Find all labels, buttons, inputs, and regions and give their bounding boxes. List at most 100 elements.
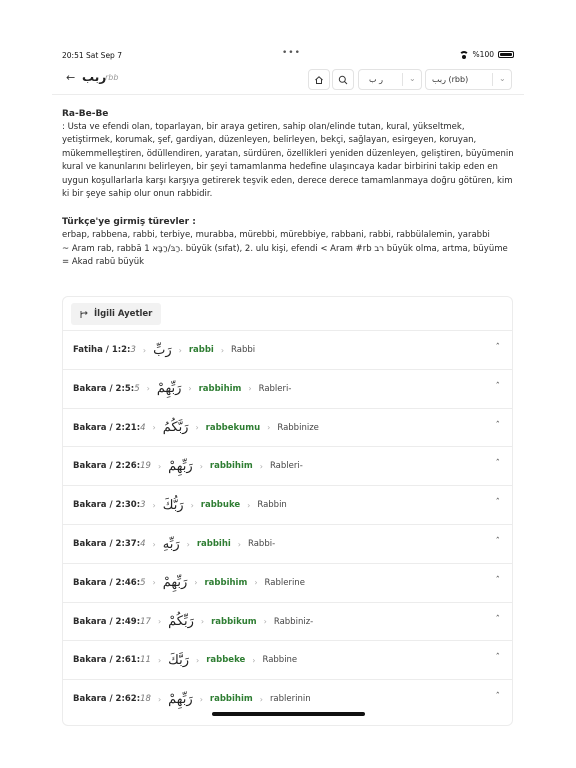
transliteration: rabbihi [196, 539, 231, 549]
chevron-up-icon[interactable]: ˆ [496, 692, 501, 702]
verse-row[interactable]: Fatiha / 1:2:3 › رَبِّ › rabbi › Rabbi ˆ [63, 330, 512, 369]
arabic-word: رَبَّكُمُ [162, 420, 189, 436]
chevron-up-icon[interactable]: ˆ [496, 653, 501, 663]
chevron-right-icon: › [157, 617, 162, 627]
chevron-down-icon: ⌄ [409, 74, 416, 83]
word-number: 5 [140, 577, 146, 588]
multitasking-dots-icon[interactable]: ••• [282, 48, 301, 58]
chevron-right-icon: › [259, 694, 263, 704]
transliteration: rabbihim [198, 383, 242, 394]
verse-reference[interactable]: Bakara / 2:49:17 [73, 617, 151, 627]
verse-reference[interactable]: Bakara / 2:30:3 [73, 500, 146, 510]
verse-reference[interactable]: Bakara / 2:37:4 [73, 539, 146, 549]
wifi-icon [458, 50, 469, 59]
word-number: 4 [140, 422, 146, 433]
chevron-up-icon[interactable]: ˆ [496, 615, 501, 625]
chevron-up-icon[interactable]: ˆ [496, 343, 501, 353]
word-number: 18 [140, 694, 151, 705]
chevron-up-icon[interactable]: ˆ [496, 498, 501, 508]
chevron-right-icon: › [263, 617, 267, 627]
word-meaning: Rabbi- [248, 539, 276, 549]
branch-icon [80, 310, 88, 318]
verse-row[interactable]: Bakara / 2:5:5 › رَبِّهِمْ › rabbihim › Rabler… [63, 368, 512, 408]
verse-row[interactable]: Bakara / 2:30:3 › رَبُّكَ › rabbuke › Rabbin ˆ [63, 485, 512, 524]
verse-reference[interactable]: Bakara / 2:62:18 [73, 694, 151, 704]
chevron-right-icon: › [186, 539, 190, 549]
word-select-value: ربب (rbb) [432, 75, 469, 84]
home-indicator[interactable] [212, 712, 365, 716]
chevron-right-icon: › [152, 578, 156, 588]
battery-icon [498, 51, 514, 58]
chevron-right-icon: › [188, 384, 192, 394]
chevron-right-icon: › [220, 345, 225, 355]
arabic-word: رَبِّ [153, 342, 172, 358]
transliteration: rabbi [188, 345, 214, 355]
word-meaning: Rabbinize [277, 422, 319, 433]
word-number: 17 [140, 616, 151, 627]
home-button[interactable] [308, 69, 330, 90]
chevron-right-icon: › [194, 578, 198, 588]
back-arrow-icon[interactable]: ← [66, 71, 75, 84]
arabic-word: رَبِّهِمْ [168, 691, 193, 707]
verse-row[interactable]: Bakara / 2:37:4 › رَبِّهِ › rabbihi › Rabbi- ˆ [63, 524, 512, 563]
verse-reference[interactable]: Bakara / 2:5:5 [73, 384, 140, 394]
verse-row[interactable]: Bakara / 2:49:17 › رَبِّكُمْ › rabbikum › Rabb… [63, 601, 512, 641]
verse-reference[interactable]: Bakara / 2:26:19 [73, 461, 151, 471]
verse-reference[interactable]: Bakara / 2:46:5 [73, 578, 146, 588]
verse-row[interactable]: Bakara / 2:61:11 › رَبَّكَ › rabbeke › Rabbine… [63, 640, 512, 679]
word-meaning: Rabbin [257, 500, 287, 511]
chevron-right-icon: › [157, 694, 162, 704]
word-number: 3 [130, 345, 136, 355]
chevron-down-icon: ⌄ [499, 74, 506, 83]
home-icon [315, 75, 323, 84]
word-meaning: Rabbine [262, 655, 298, 666]
search-icon [338, 75, 348, 84]
chevron-right-icon: › [157, 655, 162, 665]
transliteration: rabbekumu [205, 422, 261, 433]
chevron-right-icon: › [254, 578, 258, 588]
chevron-right-icon: › [199, 461, 203, 471]
arabic-word: رَبَّكَ [168, 652, 189, 668]
verse-row[interactable]: Bakara / 2:46:5 › رَبِّهِمْ › rabbihim › Rable… [63, 562, 512, 602]
verse-row[interactable]: Bakara / 2:26:19 › رَبِّهِمْ › rabbihim › Rabl… [63, 446, 512, 485]
transliteration: rabbuke [200, 500, 241, 511]
word-number: 3 [140, 500, 146, 511]
entry-heading: Ra-Be-Be [62, 109, 109, 119]
root-title-latin: rbb [105, 73, 119, 82]
related-verses-button[interactable]: İlgili Ayetler [71, 303, 162, 325]
chevron-up-icon[interactable]: ˆ [496, 459, 501, 469]
chevron-up-icon[interactable]: ˆ [496, 421, 501, 431]
search-button[interactable] [332, 69, 354, 90]
chevron-right-icon: › [252, 655, 256, 665]
chevron-up-icon[interactable]: ˆ [496, 382, 501, 392]
arabic-word: رَبِّهِمْ [168, 458, 193, 474]
chevron-right-icon: › [248, 384, 252, 394]
arabic-word: رَبِّهِمْ [162, 575, 188, 591]
chevron-right-icon: › [152, 423, 156, 433]
chevron-up-icon[interactable]: ˆ [496, 537, 501, 547]
chevron-up-icon[interactable]: ˆ [496, 576, 501, 586]
transliteration: rabbihim [209, 694, 253, 705]
chevron-right-icon: › [259, 461, 263, 471]
word-select[interactable]: ربب (rbb) ⌄ [425, 69, 512, 90]
etymology: ~ Aram rab, rabbā 1 רַבּ/רַבָּא. büyük (… [62, 243, 508, 268]
verse-reference[interactable]: Bakara / 2:61:11 [73, 655, 151, 665]
root-select[interactable]: ر ب ⌄ [358, 69, 422, 90]
status-time: 20:51 Sat Sep 7 [62, 51, 122, 60]
chevron-right-icon: › [196, 655, 200, 665]
chevron-right-icon: › [237, 539, 241, 549]
chevron-right-icon: › [267, 423, 271, 433]
transliteration: rabbihim [204, 577, 248, 588]
battery-percent: %100 [472, 50, 494, 59]
chevron-right-icon: › [190, 500, 194, 510]
status-bar: 20:51 Sat Sep 7 ••• %100 [0, 46, 576, 64]
chevron-right-icon: › [146, 384, 150, 394]
entry-definition: : Usta ve efendi olan, toparlayan, bir a… [62, 122, 514, 200]
chevron-right-icon: › [195, 423, 199, 433]
verse-row[interactable]: Bakara / 2:21:4 › رَبَّكُمُ › rabbekumu › Rabb… [63, 407, 512, 447]
chevron-right-icon: › [247, 500, 251, 510]
chevron-right-icon: › [157, 461, 162, 471]
entry-content: Ra-Be-Be : Usta ve efendi olan, toparlay… [62, 107, 514, 270]
verse-reference[interactable]: Fatiha / 1:2:3 [73, 345, 136, 355]
verse-reference[interactable]: Bakara / 2:21:4 [73, 423, 146, 433]
